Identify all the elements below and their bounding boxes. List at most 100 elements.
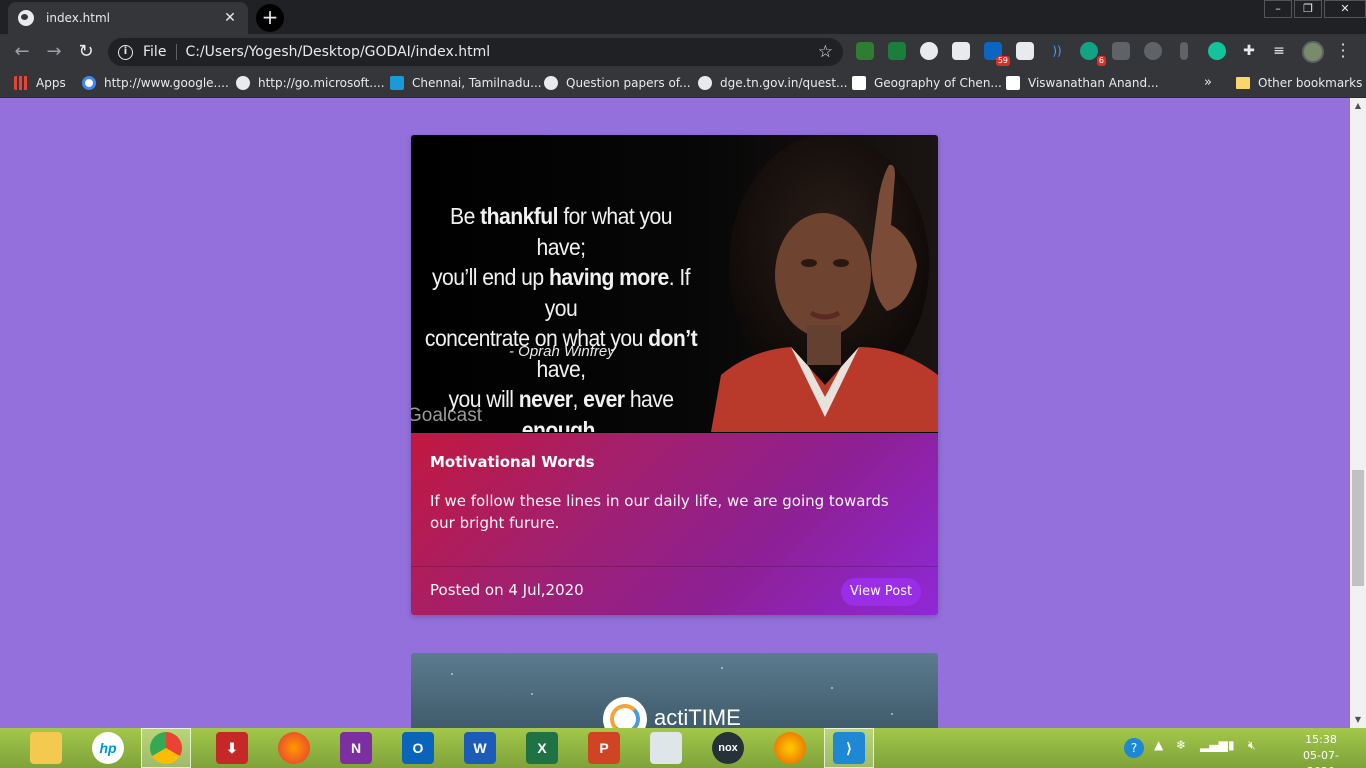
site-info-icon[interactable]: i: [118, 44, 133, 60]
bookmark-google[interactable]: http://www.google....: [82, 76, 229, 90]
bookmark-chennai[interactable]: Chennai, Tamilnadu...: [390, 76, 542, 90]
profile-avatar[interactable]: [1302, 41, 1324, 63]
forward-arrow-icon[interactable]: →: [42, 40, 66, 64]
watermark: Goalcast: [411, 405, 482, 426]
close-window-button[interactable]: ✕: [1324, 0, 1366, 18]
globe-icon: [544, 76, 558, 90]
chrome-icon[interactable]: [150, 732, 182, 764]
firefox-icon[interactable]: [774, 732, 806, 764]
post-card: Be thankful for what you have; you’ll en…: [411, 135, 938, 615]
post-2-logo-text: actiTIME: [654, 705, 741, 728]
scheme-label: File: [143, 44, 167, 60]
google-icon: [82, 76, 96, 90]
globe-icon: [698, 76, 712, 90]
browser-toolbar: ← → ↻ i File C:/Users/Yogesh/Desktop/GOD…: [0, 34, 1366, 70]
extensions-puzzle-icon[interactable]: ✚: [1240, 42, 1258, 60]
dropper-extension-icon[interactable]: [1180, 42, 1188, 60]
bookmark-microsoft[interactable]: http://go.microsoft....: [236, 76, 385, 90]
gauge-extension-icon[interactable]: [920, 42, 938, 60]
view-post-button[interactable]: View Post: [841, 578, 921, 606]
page-viewport: Be thankful for what you have; you’ll en…: [0, 98, 1350, 728]
downloader-icon[interactable]: ⬇: [216, 732, 248, 764]
reload-icon[interactable]: ↻: [74, 40, 98, 64]
portrait-photo: [711, 135, 938, 432]
clock-date: 05-07-2020: [1303, 749, 1339, 768]
bookmark-dge[interactable]: dge.tn.gov.in/quest...: [698, 76, 848, 90]
globe-icon: [18, 10, 34, 26]
scroll-thumb[interactable]: [1352, 470, 1364, 586]
tray-expand-icon[interactable]: ▲: [1154, 738, 1163, 752]
clock-logo-icon: [603, 697, 647, 728]
grammarly-g-icon[interactable]: [1208, 42, 1226, 60]
onenote-icon[interactable]: N: [340, 732, 372, 764]
excel-icon[interactable]: X: [526, 732, 558, 764]
quote-author: - Oprah Winfrey: [509, 343, 615, 360]
bookmark-anand[interactable]: Viswanathan Anand...: [1006, 76, 1159, 90]
linkedin-extension-icon[interactable]: 59: [984, 42, 1010, 66]
title-bar: index.html ✕ + – ❐ ✕: [0, 0, 1366, 34]
task-manager-icon[interactable]: [650, 732, 682, 764]
network-signal-icon[interactable]: ▂▄▆: [1200, 738, 1228, 752]
post-body: Motivational Words If we follow these li…: [411, 432, 938, 615]
bookmark-question-papers[interactable]: Question papers of...: [544, 76, 691, 90]
wikipedia-icon: [852, 76, 866, 90]
xbox-icon: [236, 76, 250, 90]
new-tab-button[interactable]: +: [256, 4, 284, 32]
read-aloud-extension-icon[interactable]: )): [1048, 42, 1066, 60]
chat-extension-icon[interactable]: [1144, 42, 1162, 60]
extension-icon-1[interactable]: [856, 42, 874, 60]
restore-button[interactable]: ❐: [1294, 0, 1322, 18]
browser-tab[interactable]: index.html ✕: [8, 2, 248, 34]
battery-icon[interactable]: ▮: [1228, 738, 1235, 752]
m-icon: [390, 76, 404, 90]
volume-muted-icon[interactable]: 🔇︎: [1248, 738, 1256, 753]
grammarly-extension-icon[interactable]: 6: [1080, 42, 1106, 66]
extension-icon-2[interactable]: [888, 42, 906, 60]
other-bookmarks[interactable]: Other bookmarks: [1236, 76, 1362, 90]
url-text[interactable]: C:/Users/Yogesh/Desktop/GODAI/index.html: [185, 44, 817, 60]
post-title: Motivational Words: [430, 453, 595, 471]
clock-time: 15:38: [1305, 733, 1337, 746]
bookmarks-overflow-button[interactable]: »: [1204, 75, 1212, 90]
word-icon[interactable]: W: [464, 732, 496, 764]
window-controls: – ❐ ✕: [1262, 0, 1366, 18]
close-tab-icon[interactable]: ✕: [222, 10, 238, 26]
vscode-icon[interactable]: ⟩: [833, 732, 865, 764]
scroll-down-arrow-icon[interactable]: ▼: [1350, 712, 1366, 728]
firefox-developer-icon[interactable]: [278, 732, 310, 764]
post-footer: Posted on 4 Jul,2020 View Post: [411, 566, 938, 615]
system-clock[interactable]: 15:38 05-07-2020: [1296, 732, 1346, 768]
help-icon[interactable]: ?: [1124, 738, 1144, 758]
hp-icon[interactable]: hp: [92, 732, 124, 764]
minimize-button[interactable]: –: [1264, 0, 1292, 18]
menu-dots-icon[interactable]: · · ·: [1338, 37, 1348, 65]
tab-title: index.html: [46, 11, 110, 25]
bookmark-geography[interactable]: Geography of Chen...: [852, 76, 1002, 90]
bookmark-star-icon[interactable]: ☆: [818, 42, 833, 62]
file-explorer-icon[interactable]: [30, 732, 62, 764]
folder-icon: [1236, 77, 1250, 89]
post-card-2: actiTIME: [411, 653, 938, 728]
calendar-extension-icon[interactable]: [952, 42, 970, 60]
post-image: Be thankful for what you have; you’ll en…: [411, 135, 938, 432]
bookmark-apps[interactable]: Apps: [14, 76, 66, 90]
vertical-scrollbar[interactable]: ▲ ▼: [1350, 98, 1366, 728]
post-date: Posted on 4 Jul,2020: [430, 581, 584, 599]
bookmarks-bar: Apps http://www.google.... http://go.mic…: [0, 70, 1366, 98]
address-bar[interactable]: i File C:/Users/Yogesh/Desktop/GODAI/ind…: [108, 38, 843, 66]
mail-extension-icon[interactable]: [1112, 42, 1130, 60]
apps-grid-icon: [14, 76, 28, 90]
wikipedia-icon: [1006, 76, 1020, 90]
media-control-icon[interactable]: ≡: [1270, 42, 1288, 60]
outlook-icon[interactable]: O: [402, 732, 434, 764]
nox-icon[interactable]: nox: [712, 732, 744, 764]
divider: [176, 44, 178, 60]
scroll-up-arrow-icon[interactable]: ▲: [1350, 98, 1366, 114]
quote-text: Be thankful for what you have; you’ll en…: [424, 203, 698, 432]
powerpoint-icon[interactable]: P: [588, 732, 620, 764]
post-text: If we follow these lines in our daily li…: [430, 492, 889, 532]
windows-taskbar: hp ⬇ N O W X P nox ⟩ ? ▲ ❄ ▂▄▆ ▮ 🔇︎ 15:3…: [0, 728, 1366, 768]
s-extension-icon[interactable]: [1016, 42, 1034, 60]
snowflake-icon[interactable]: ❄: [1176, 738, 1186, 752]
back-arrow-icon[interactable]: ←: [10, 40, 34, 64]
